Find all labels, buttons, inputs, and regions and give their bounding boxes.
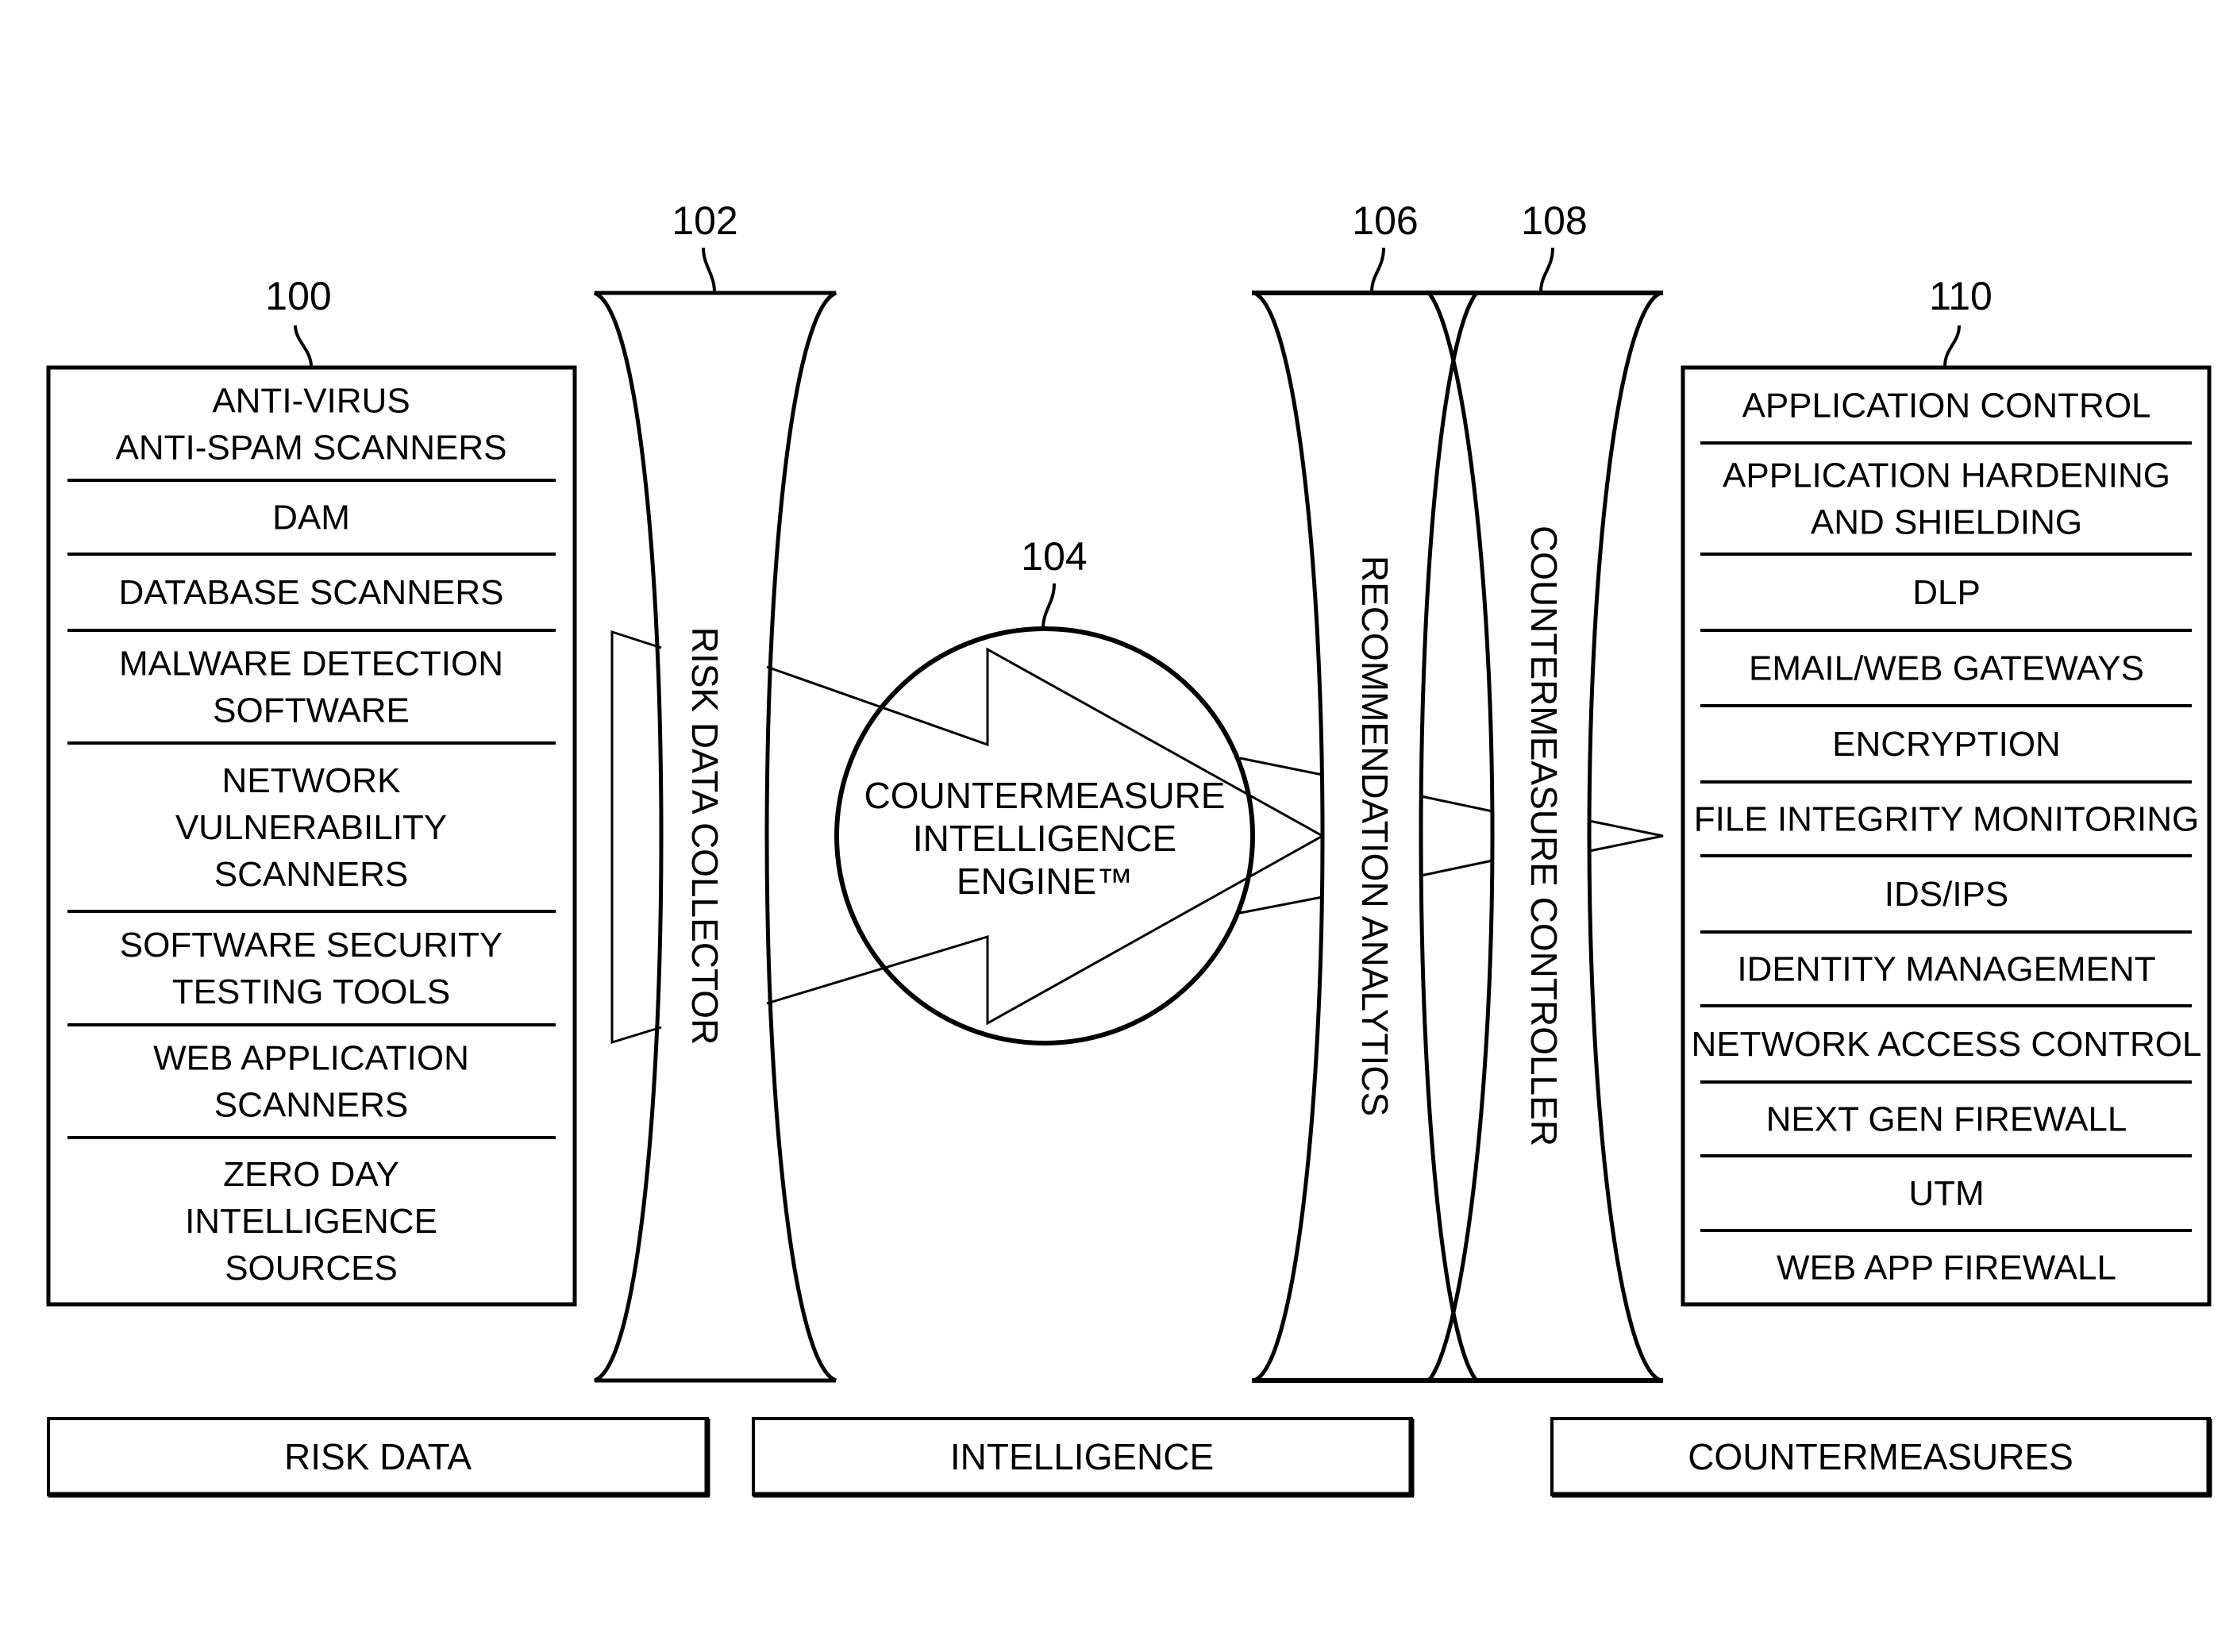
countermeasure-item: EMAIL/WEB GATEWAYS	[1749, 649, 2144, 688]
link-upper	[1420, 795, 1493, 813]
leader-108	[1539, 247, 1554, 293]
risk-source-item-label: MALWARE DETECTION	[119, 645, 503, 684]
ref-100: 100	[265, 274, 331, 318]
risk-source-item-label: VULNERABILITY	[175, 808, 447, 847]
countermeasure-item: FILE INTEGRITY MONITORING	[1694, 800, 2199, 839]
collector-label: RISK DATA COLLECTOR	[684, 627, 726, 1045]
arrow-head-right	[1588, 819, 1664, 853]
countermeasure-item-label: NETWORK ACCESS CONTROL	[1692, 1025, 2202, 1064]
countermeasure-item: WEB APP FIREWALL	[1777, 1249, 2116, 1288]
countermeasure-item-label: APPLICATION HARDENING	[1723, 456, 2170, 495]
risk-source-item-label: SCANNERS	[214, 1086, 409, 1125]
risk-source-item-label: SOURCES	[225, 1249, 398, 1288]
risk-source-item-label: TESTING TOOLS	[172, 972, 450, 1011]
countermeasure-item-label: IDENTITY MANAGEMENT	[1737, 950, 2155, 989]
countermeasure-item-label: NEXT GEN FIREWALL	[1766, 1100, 2127, 1139]
countermeasure-item: ENCRYPTION	[1832, 725, 2061, 764]
countermeasure-item-label: WEB APP FIREWALL	[1777, 1249, 2116, 1288]
countermeasure-item-label: AND SHIELDING	[1811, 503, 2082, 542]
ref-102: 102	[672, 198, 737, 243]
engine-line-2: INTELLIGENCE	[913, 818, 1176, 859]
stage-risk-data: RISK DATA	[47, 1417, 710, 1498]
countermeasure-item: DLP	[1912, 573, 1981, 612]
risk-source-item-label: DAM	[272, 499, 350, 537]
risk-source-item-label: NETWORK	[222, 761, 401, 800]
stage-intelligence: INTELLIGENCE	[752, 1417, 1415, 1498]
risk-source-item-label: WEB APPLICATION	[153, 1039, 469, 1078]
risk-data-collector: 102 RISK DATA COLLECTOR	[593, 198, 837, 1383]
risk-source-item: MALWARE DETECTION SOFTWARE	[119, 645, 503, 730]
analytics-band-left-edge	[1253, 291, 1325, 1383]
countermeasure-item-label: ENCRYPTION	[1832, 725, 2061, 764]
leader-104	[1041, 583, 1056, 630]
risk-source-item: ZERO DAY INTELLIGENCE SOURCES	[185, 1155, 437, 1288]
arrow-tail-left	[610, 630, 662, 1045]
countermeasure-item: APPLICATION HARDENING AND SHIELDING	[1723, 456, 2170, 542]
stage-intelligence-label: INTELLIGENCE	[950, 1436, 1214, 1477]
controller-label: COUNTERMEASURE CONTROLLER	[1523, 526, 1565, 1146]
risk-sources-panel: 100 ANTI-VIRUS ANTI-SPAM SCANNERS DAM DATAB…	[46, 274, 577, 1307]
funnel-lower	[1239, 895, 1323, 915]
risk-source-item: DAM	[272, 499, 350, 537]
risk-source-item: NETWORK VULNERABILITY SCANNERS	[175, 761, 447, 894]
engine-line-1: COUNTERMEASURE	[864, 775, 1226, 816]
leader-110	[1943, 325, 1961, 368]
risk-source-item-label: SCANNERS	[214, 855, 409, 894]
ref-108: 108	[1521, 198, 1587, 243]
ref-110: 110	[1929, 274, 1993, 318]
countermeasures-panel: 110 APPLICATION CONTROL APPLICATION HARDE…	[1681, 274, 2212, 1307]
countermeasure-item-label: EMAIL/WEB GATEWAYS	[1749, 649, 2144, 688]
risk-source-item: SOFTWARE SECURITY TESTING TOOLS	[120, 926, 502, 1011]
ref-106: 106	[1352, 198, 1418, 243]
ref-104: 104	[1021, 534, 1087, 579]
countermeasure-item: NETWORK ACCESS CONTROL	[1692, 1025, 2202, 1064]
countermeasure-item-label: FILE INTEGRITY MONITORING	[1694, 800, 2199, 839]
countermeasure-item: UTM	[1908, 1174, 1984, 1213]
leader-100	[294, 325, 313, 368]
countermeasure-item: IDS/IPS	[1885, 875, 2009, 914]
risk-source-item: ANTI-VIRUS ANTI-SPAM SCANNERS	[115, 382, 506, 468]
risk-source-item-label: DATABASE SCANNERS	[119, 573, 504, 612]
funnel-upper	[1239, 757, 1323, 776]
controller-band-right-edge	[1587, 291, 1662, 1383]
risk-source-item: DATABASE SCANNERS	[119, 573, 504, 612]
leader-102	[702, 247, 716, 293]
stage-countermeasures-label: COUNTERMEASURES	[1688, 1436, 2073, 1477]
countermeasure-item: APPLICATION CONTROL	[1742, 387, 2150, 426]
countermeasure-item-label: APPLICATION CONTROL	[1742, 387, 2150, 426]
countermeasure-item: IDENTITY MANAGEMENT	[1737, 950, 2155, 989]
leader-106	[1370, 247, 1385, 293]
risk-source-item-label: ZERO DAY	[223, 1155, 399, 1194]
analytics-label: RECOMMENDATION ANALYTICS	[1354, 556, 1396, 1116]
countermeasure-item-label: DLP	[1912, 573, 1981, 612]
risk-source-item-label: INTELLIGENCE	[185, 1202, 437, 1241]
link-lower	[1420, 859, 1493, 877]
countermeasure-item: NEXT GEN FIREWALL	[1766, 1100, 2127, 1139]
intelligence-engine: 104 COUNTERMEASURE INTELLIGENCE ENGINE™	[834, 534, 1255, 1045]
risk-source-item: WEB APPLICATION SCANNERS	[153, 1039, 469, 1125]
stage-risk-data-label: RISK DATA	[284, 1436, 472, 1477]
countermeasure-intelligence-diagram: 100 ANTI-VIRUS ANTI-SPAM SCANNERS DAM DATAB…	[46, 198, 2212, 1498]
countermeasure-item-label: IDS/IPS	[1885, 875, 2009, 914]
risk-source-item-label: ANTI-SPAM SCANNERS	[115, 429, 506, 468]
stage-labels: RISK DATA INTELLIGENCE COUNTERMEASURES	[47, 1417, 2212, 1498]
risk-source-item-label: ANTI-VIRUS	[212, 382, 410, 421]
risk-source-item-label: SOFTWARE SECURITY	[120, 926, 502, 965]
engine-line-3: ENGINE™	[957, 861, 1133, 902]
stage-countermeasures: COUNTERMEASURES	[1550, 1417, 2212, 1498]
analytics-controller-columns: 106 108 RECOMMENDATION ANALYTICS COUNTER…	[1252, 198, 1663, 1383]
countermeasure-item-label: UTM	[1908, 1174, 1984, 1213]
risk-source-item-label: SOFTWARE	[213, 691, 410, 730]
